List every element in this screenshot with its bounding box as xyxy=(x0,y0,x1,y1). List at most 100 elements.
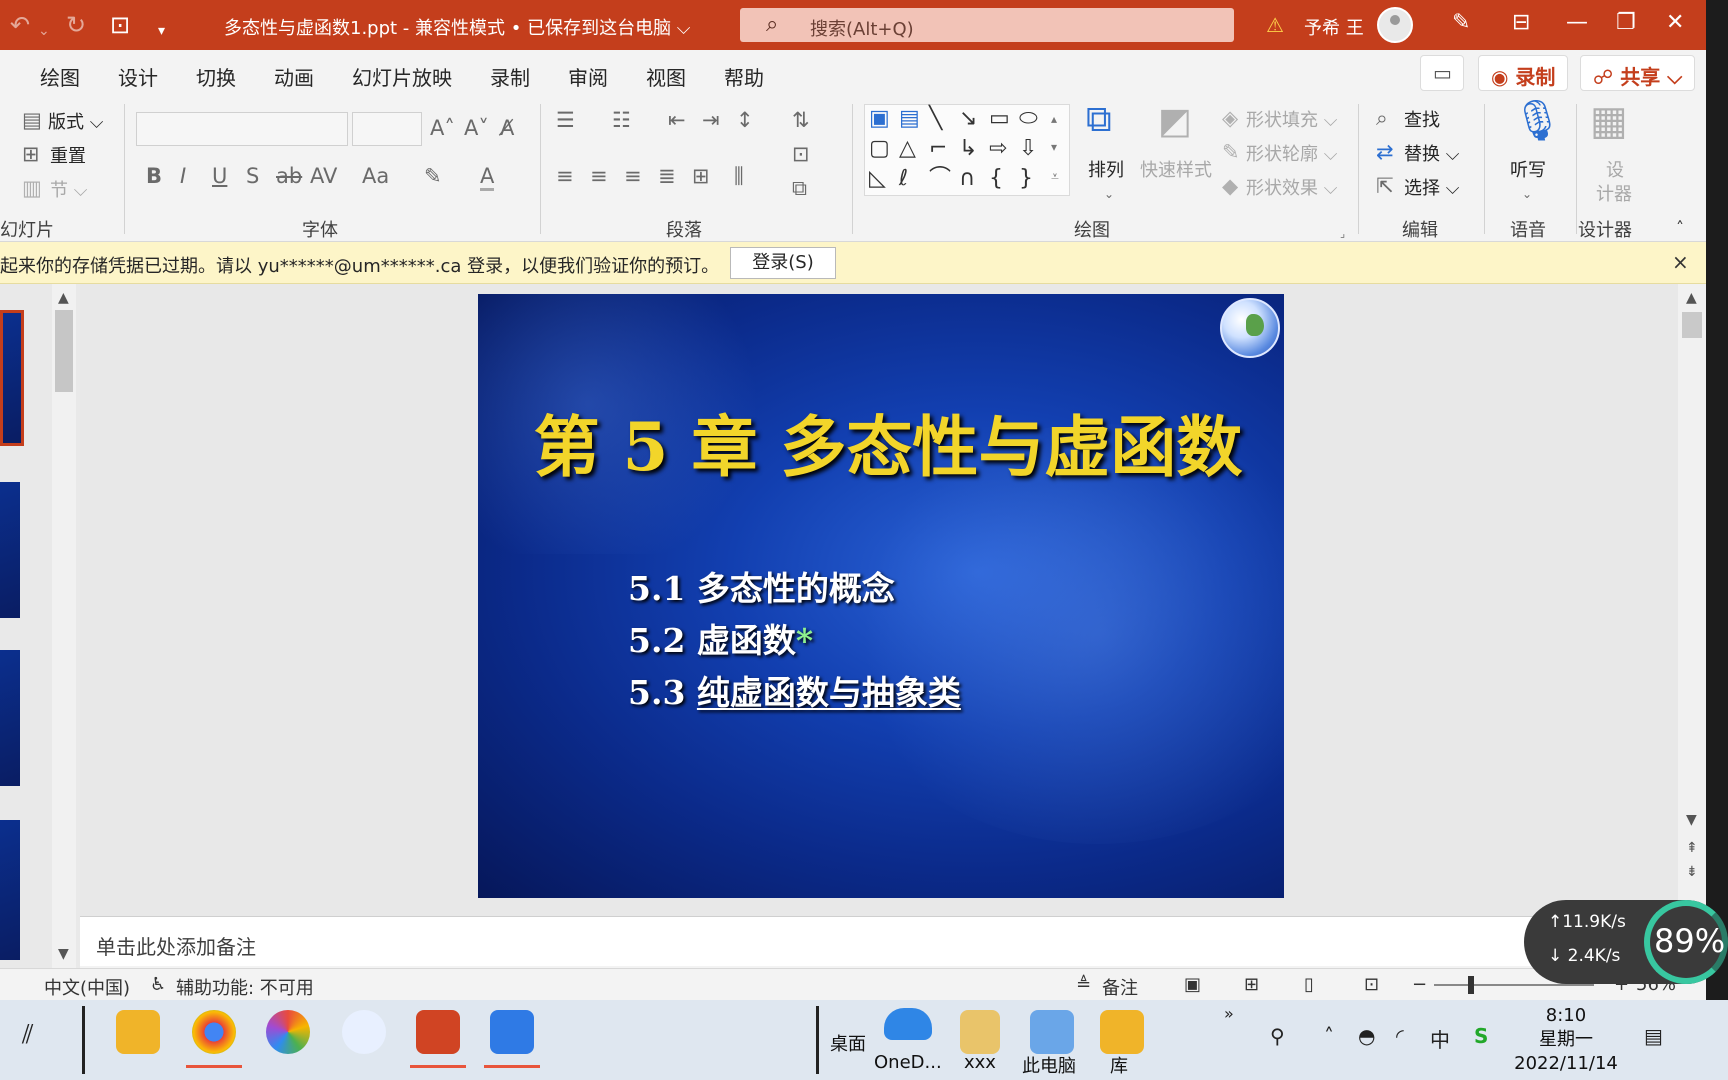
bullets-icon[interactable]: ☰ xyxy=(556,108,575,132)
distribute-icon[interactable]: ⊞ xyxy=(692,164,710,188)
shape-outline-button[interactable]: 形状轮廓 ⌵ xyxy=(1246,140,1337,166)
change-case-icon[interactable]: Aa xyxy=(362,164,389,188)
select-button[interactable]: 选择 ⌵ xyxy=(1404,174,1459,200)
bold-icon[interactable]: B xyxy=(146,164,162,188)
strikethrough-icon[interactable]: ab xyxy=(276,164,302,188)
down-arrow-shape-icon[interactable]: ⇩ xyxy=(1019,137,1037,161)
align-center-icon[interactable]: ≡ xyxy=(590,164,608,188)
people-icon[interactable]: ⚲ xyxy=(1270,1024,1285,1048)
align-text-icon[interactable]: ⊡ xyxy=(792,142,810,166)
user-folder-icon[interactable] xyxy=(960,1010,1000,1054)
tab-transitions[interactable]: 切换 xyxy=(196,62,236,91)
tencent-meeting-icon[interactable] xyxy=(484,1010,540,1068)
pen-icon[interactable]: ✎ xyxy=(1452,10,1470,35)
redo-icon[interactable]: ↻ xyxy=(66,12,86,38)
curve-shape-icon[interactable]: ∩ xyxy=(959,167,975,191)
scroll-down-icon[interactable]: ▼ xyxy=(1686,812,1697,828)
avatar[interactable] xyxy=(1377,7,1413,43)
line-shape-icon[interactable]: ╲ xyxy=(929,107,942,131)
warning-icon[interactable]: ⚠ xyxy=(1266,13,1284,37)
powerpoint-icon[interactable] xyxy=(410,1010,466,1068)
restore-icon[interactable]: ❐ xyxy=(1616,10,1636,35)
toolbar-overflow-icon[interactable]: » xyxy=(1224,1004,1234,1023)
tab-record[interactable]: 录制 xyxy=(490,62,530,91)
user-name[interactable]: 予希 王 xyxy=(1304,14,1364,40)
undo-icon[interactable]: ↶ xyxy=(10,12,30,38)
align-right-icon[interactable]: ≡ xyxy=(624,164,642,188)
thumbnails-scrollbar[interactable]: ▲ ▼ xyxy=(52,284,76,968)
left-brace-shape-icon[interactable]: { xyxy=(989,167,1003,191)
scribble-shape-icon[interactable]: ℓ xyxy=(899,167,908,191)
slide-thumbnail[interactable] xyxy=(0,650,20,786)
slide-thumbnail[interactable] xyxy=(0,820,20,960)
triangle-shape-icon[interactable]: △ xyxy=(899,137,916,161)
designer-button-line1[interactable]: 设 xyxy=(1606,156,1624,182)
login-button[interactable]: 登录(S) xyxy=(730,247,836,279)
network-icon[interactable]: ◜ xyxy=(1396,1024,1404,1048)
scroll-up-icon[interactable]: ▲ xyxy=(1686,290,1697,306)
rectangle-shape-icon[interactable]: ▭ xyxy=(989,107,1010,131)
tab-review[interactable]: 审阅 xyxy=(568,62,608,91)
zoom-slider-knob[interactable] xyxy=(1468,976,1474,994)
gallery-up-icon[interactable]: ▴ xyxy=(1051,107,1057,131)
gallery-down-icon[interactable]: ▾ xyxy=(1051,135,1057,159)
file-explorer-icon[interactable] xyxy=(116,1010,160,1054)
library-icon[interactable] xyxy=(1100,1010,1144,1054)
scroll-up-icon[interactable]: ▲ xyxy=(58,290,69,306)
right-arrow-shape-icon[interactable]: ⇨ xyxy=(989,137,1007,161)
highlight-icon[interactable]: ✎ xyxy=(424,164,442,188)
present-from-start-icon[interactable]: ⊡ xyxy=(110,12,130,38)
this-pc-icon[interactable] xyxy=(1030,1010,1074,1054)
show-hidden-icons-icon[interactable]: ˄ xyxy=(1324,1024,1334,1048)
tab-view[interactable]: 视图 xyxy=(646,62,686,91)
grow-font-icon[interactable]: A˄ xyxy=(430,116,455,140)
elbow-connector-shape-icon[interactable]: ⌐ xyxy=(929,137,947,161)
task-view-icon[interactable]: ⫽ xyxy=(22,1020,34,1051)
slide-thumbnail[interactable] xyxy=(0,310,24,446)
dictate-button[interactable]: 听写 xyxy=(1510,156,1546,182)
library-label[interactable]: 库 xyxy=(1110,1052,1128,1078)
undo-dropdown-icon[interactable]: ⌄ xyxy=(38,18,50,44)
underline-icon[interactable]: U xyxy=(212,164,227,188)
network-speed-widget[interactable]: ↑11.9K/s ↓ 2.4K/s 89% xyxy=(1524,900,1728,984)
font-name-combo[interactable] xyxy=(136,112,348,146)
zoom-out-icon[interactable]: − xyxy=(1412,974,1427,995)
arc-shape-icon[interactable]: ⌒ xyxy=(929,167,951,191)
italic-icon[interactable]: I xyxy=(180,164,186,188)
slide-bullet[interactable]: 5.3 纯虚函数与抽象类 xyxy=(628,666,961,714)
increase-indent-icon[interactable]: ⇥ xyxy=(702,108,720,132)
reading-view-icon[interactable]: ▯ xyxy=(1304,974,1314,995)
desktop-toolbar[interactable]: 桌面 xyxy=(830,1030,866,1056)
char-spacing-icon[interactable]: AV xyxy=(310,164,337,188)
feishu-icon[interactable] xyxy=(342,1010,386,1054)
tab-design[interactable]: 设计 xyxy=(118,62,158,91)
shadow-icon[interactable]: S xyxy=(246,164,259,188)
customize-qat-icon[interactable]: ▾ xyxy=(158,18,165,44)
zoom-slider[interactable] xyxy=(1434,984,1594,986)
share-button[interactable]: ☍ 共享 ⌵ xyxy=(1580,55,1696,91)
vertical-textbox-shape-icon[interactable]: ▤ xyxy=(899,107,920,131)
xxx-label[interactable]: xxx xyxy=(964,1052,996,1073)
layout-button[interactable]: 版式 ⌵ xyxy=(48,108,103,134)
freeform-shape-icon[interactable]: ◺ xyxy=(869,167,886,191)
slide-sorter-icon[interactable]: ⊞ xyxy=(1244,974,1259,995)
font-size-combo[interactable] xyxy=(352,112,422,146)
replace-button[interactable]: 替换 ⌵ xyxy=(1404,140,1459,166)
action-center-icon[interactable]: ▤ xyxy=(1644,1024,1663,1048)
onedrive-label[interactable]: OneD... xyxy=(874,1052,942,1073)
slide-bullet[interactable]: 5.1 多态性的概念 xyxy=(628,562,895,610)
clear-formatting-icon[interactable]: A̸ xyxy=(500,116,514,140)
sogou-ime-icon[interactable]: S xyxy=(1474,1024,1488,1048)
document-title[interactable]: 多态性与虚函数1.ppt - 兼容性模式 • 已保存到这台电脑 ⌵ xyxy=(224,14,690,40)
slide-title[interactable]: 第 5 章 多态性与虚函数 xyxy=(518,394,1258,490)
slide-canvas[interactable]: 第 5 章 多态性与虚函数 5.1 多态性的概念 5.2 虚函数* 5.3 纯虚… xyxy=(478,294,1284,898)
shapes-gallery[interactable]: ▣ ▤ ╲ ↘ ▭ ⬭ ▢ △ ⌐ ↳ ⇨ ⇩ ◺ ℓ ⌒ ∩ { } ▴ ▾ … xyxy=(864,104,1070,196)
weather-icon[interactable]: ◓ xyxy=(1358,1024,1375,1048)
textbox-shape-icon[interactable]: ▣ xyxy=(869,107,890,131)
shape-fill-button[interactable]: 形状填充 ⌵ xyxy=(1246,106,1337,132)
rounded-rect-shape-icon[interactable]: ▢ xyxy=(869,137,890,161)
collapse-ribbon-icon[interactable]: ˄ xyxy=(1676,216,1684,240)
ribbon-display-icon[interactable]: ⊟ xyxy=(1512,10,1530,35)
color-app-icon[interactable] xyxy=(266,1010,310,1054)
normal-view-icon[interactable]: ▣ xyxy=(1184,974,1201,995)
